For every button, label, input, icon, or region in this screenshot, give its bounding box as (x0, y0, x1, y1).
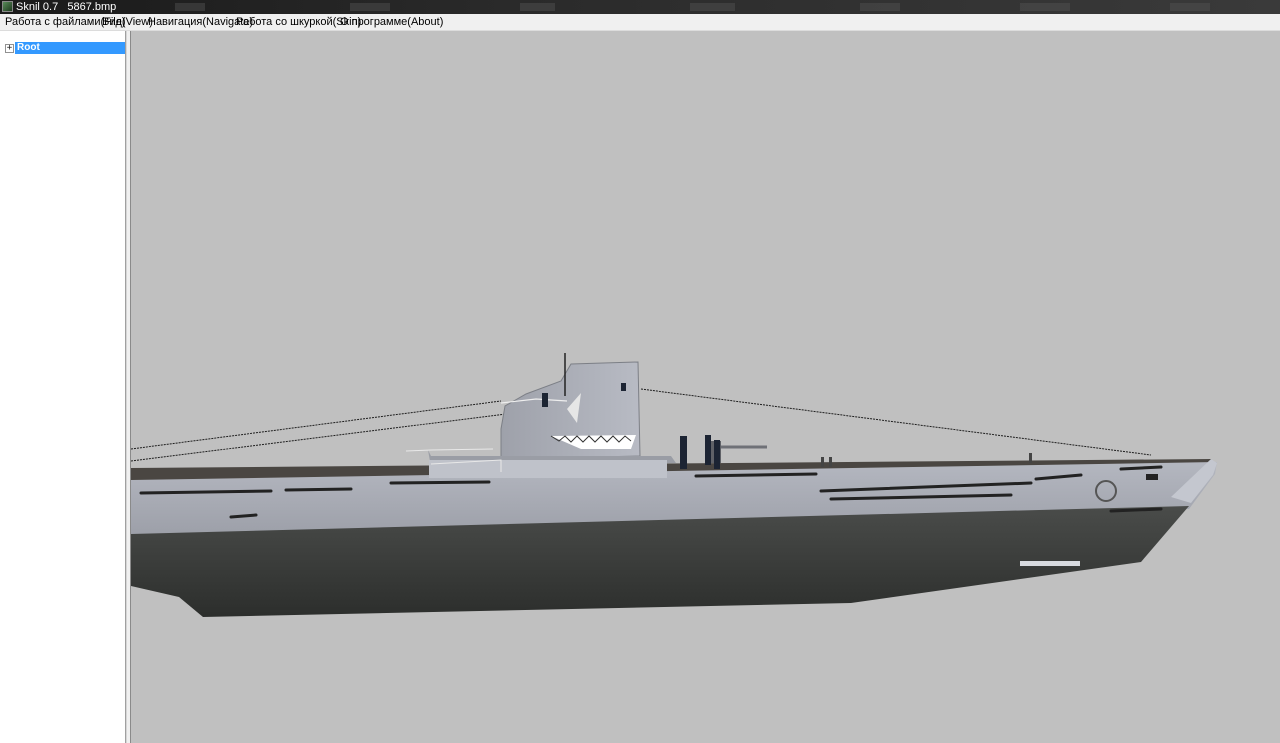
tree-panel: + Root (0, 31, 126, 743)
bollard (821, 457, 824, 467)
crew-figure (714, 440, 720, 469)
antenna-wire (131, 413, 507, 462)
submarine-model (131, 353, 1217, 617)
tree-node-label[interactable]: Root (15, 42, 125, 54)
title-bar-ghost (1170, 3, 1210, 11)
expand-icon[interactable]: + (5, 44, 14, 53)
menu-about[interactable]: О программе(About) (340, 14, 443, 30)
model-viewport[interactable] (131, 31, 1280, 743)
anchor-hawse (1146, 474, 1158, 480)
title-bar: Sknil 0.7 5867.bmp (0, 0, 1280, 14)
window-title: Sknil 0.7 5867.bmp (16, 1, 117, 13)
menu-view[interactable]: Вид(View) (102, 14, 153, 30)
app-icon (2, 1, 13, 12)
crew-figure (705, 435, 711, 465)
crew-figure (621, 383, 626, 391)
title-bar-ghost (1020, 3, 1070, 11)
tower-base (429, 460, 667, 478)
title-bar-ghost (175, 3, 205, 11)
bollard (829, 457, 832, 467)
title-bar-ghost (860, 3, 900, 11)
menu-bar: Работа с файлами(File) Вид(View) Навигац… (0, 14, 1280, 31)
bollard (1029, 453, 1032, 463)
title-bar-ghost (350, 3, 390, 11)
waterline-mark (1020, 561, 1080, 566)
railing (405, 448, 494, 452)
antenna-wire (131, 400, 502, 450)
crew-figure (542, 393, 548, 407)
title-bar-ghost (520, 3, 555, 11)
crew-figure (680, 436, 687, 469)
title-bar-ghost (690, 3, 735, 11)
tree-node-root[interactable]: + Root (3, 42, 125, 54)
